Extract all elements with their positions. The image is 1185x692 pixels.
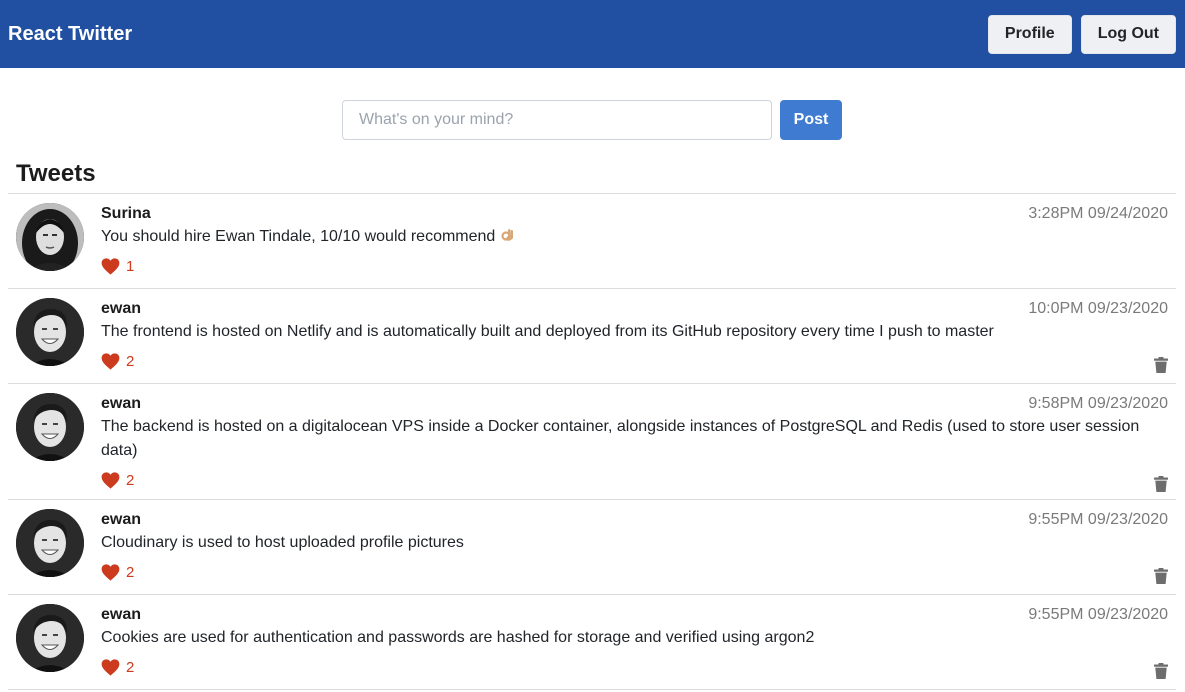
- avatar[interactable]: [16, 604, 84, 672]
- tweet-header: Surina 3:28PM 09/24/2020: [101, 203, 1168, 225]
- like-button[interactable]: 2: [101, 472, 134, 489]
- tweet-header: ewan 9:58PM 09/23/2020: [101, 393, 1168, 415]
- tweet-header: ewan 9:55PM 09/23/2020: [101, 604, 1168, 626]
- tweet-footer: 2: [101, 351, 1168, 373]
- like-button[interactable]: 2: [101, 564, 134, 581]
- tweet-text-content: Cloudinary is used to host uploaded prof…: [101, 534, 464, 551]
- ok-hand-icon: [501, 229, 513, 241]
- trash-icon[interactable]: [1154, 663, 1168, 679]
- tweet-input[interactable]: [342, 100, 772, 140]
- trash-icon[interactable]: [1154, 357, 1168, 373]
- tweet-header: ewan 9:55PM 09/23/2020: [101, 509, 1168, 531]
- brand-title[interactable]: React Twitter: [8, 23, 132, 46]
- tweet-timestamp: 9:55PM 09/23/2020: [1028, 511, 1168, 528]
- tweet-text-content: The frontend is hosted on Netlify and is…: [101, 323, 994, 340]
- like-button[interactable]: 2: [101, 659, 134, 676]
- heart-icon: [101, 352, 120, 370]
- tweet-text: You should hire Ewan Tindale, 10/10 woul…: [101, 225, 1168, 249]
- tweet-username[interactable]: ewan: [101, 298, 141, 320]
- tweet-timestamp: 9:58PM 09/23/2020: [1028, 395, 1168, 412]
- tweet-composer: Post: [342, 100, 842, 140]
- heart-icon: [101, 658, 120, 676]
- like-button[interactable]: 1: [101, 258, 134, 275]
- tweet-item: ewan 9:55PM 09/23/2020 Cookies are used …: [8, 595, 1176, 690]
- avatar[interactable]: [16, 509, 84, 577]
- tweet-text-content: You should hire Ewan Tindale, 10/10 woul…: [101, 228, 496, 245]
- tweet-item: ewan 9:55PM 09/23/2020 Cloudinary is use…: [8, 500, 1176, 595]
- tweet-list: Surina 3:28PM 09/24/2020 You should hire…: [8, 193, 1176, 690]
- profile-button[interactable]: Profile: [987, 14, 1072, 54]
- tweet-text: The backend is hosted on a digitalocean …: [101, 415, 1168, 463]
- tweets-heading: Tweets: [16, 160, 96, 187]
- tweet-footer: 2: [101, 470, 1168, 492]
- like-count: 2: [126, 471, 135, 489]
- heart-icon: [101, 257, 120, 275]
- like-count: 2: [126, 563, 135, 581]
- tweet-text: The frontend is hosted on Netlify and is…: [101, 320, 1168, 344]
- tweet-footer: 1: [101, 256, 1168, 276]
- tweet-item: ewan 10:0PM 09/23/2020 The frontend is h…: [8, 289, 1176, 384]
- tweet-timestamp: 3:28PM 09/24/2020: [1028, 205, 1168, 222]
- nav-actions: Profile Log Out: [987, 14, 1176, 54]
- like-count: 2: [126, 352, 135, 370]
- tweet-username[interactable]: ewan: [101, 393, 141, 415]
- tweet-text: Cloudinary is used to host uploaded prof…: [101, 531, 1168, 555]
- tweet-text-content: The backend is hosted on a digitalocean …: [101, 418, 1140, 459]
- tweet-username[interactable]: ewan: [101, 604, 141, 626]
- heart-icon: [101, 563, 120, 581]
- logout-button[interactable]: Log Out: [1080, 14, 1176, 54]
- like-button[interactable]: 2: [101, 353, 134, 370]
- tweet-timestamp: 9:55PM 09/23/2020: [1028, 606, 1168, 623]
- like-count: 1: [126, 257, 135, 275]
- like-count: 2: [126, 658, 135, 676]
- avatar[interactable]: [16, 393, 84, 461]
- tweet-timestamp: 10:0PM 09/23/2020: [1028, 300, 1168, 317]
- tweet-item: Surina 3:28PM 09/24/2020 You should hire…: [8, 194, 1176, 289]
- tweet-item: ewan 9:58PM 09/23/2020 The backend is ho…: [8, 384, 1176, 500]
- navbar: React Twitter Profile Log Out: [0, 0, 1185, 68]
- tweet-text: Cookies are used for authentication and …: [101, 626, 1168, 650]
- tweet-text-content: Cookies are used for authentication and …: [101, 629, 815, 646]
- tweet-header: ewan 10:0PM 09/23/2020: [101, 298, 1168, 320]
- tweet-footer: 2: [101, 657, 1168, 679]
- avatar[interactable]: [16, 203, 84, 271]
- avatar[interactable]: [16, 298, 84, 366]
- heart-icon: [101, 471, 120, 489]
- tweet-footer: 2: [101, 562, 1168, 584]
- trash-icon[interactable]: [1154, 568, 1168, 584]
- post-button[interactable]: Post: [780, 100, 842, 140]
- tweet-username[interactable]: ewan: [101, 509, 141, 531]
- tweet-username[interactable]: Surina: [101, 203, 151, 225]
- trash-icon[interactable]: [1154, 476, 1168, 492]
